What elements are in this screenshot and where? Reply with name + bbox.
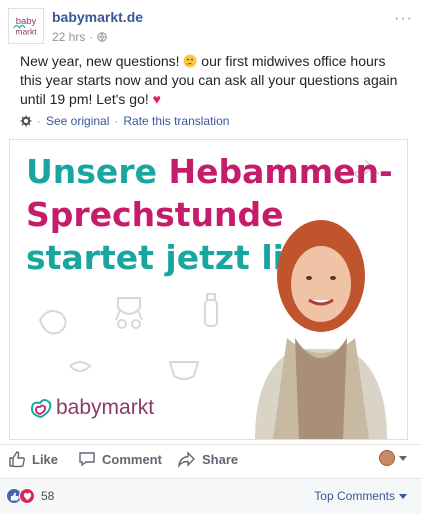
page-avatar[interactable]: baby markt xyxy=(8,8,44,44)
post-time[interactable]: 22 hrs xyxy=(52,30,85,44)
react-as-selector[interactable] xyxy=(379,450,407,466)
globe-icon xyxy=(97,32,108,42)
reaction-summary[interactable]: 58 xyxy=(6,488,54,504)
svg-text:markt: markt xyxy=(15,27,37,37)
reaction-count: 58 xyxy=(41,489,55,503)
more-options-button[interactable]: ··· xyxy=(394,10,413,28)
logo-text: babymarkt xyxy=(56,396,155,419)
translation-bar: · See original · Rate this translation xyxy=(20,114,229,128)
facebook-post: baby markt babymarkt.de 22 hrs · ··· New… xyxy=(0,0,421,514)
post-meta: 22 hrs · xyxy=(52,30,108,44)
post-header: baby markt babymarkt.de 22 hrs · ··· xyxy=(8,6,413,46)
translation-dot-2: · xyxy=(114,114,119,128)
top-comments-label: Top Comments xyxy=(314,489,395,503)
logo-heart-icon xyxy=(30,399,52,419)
like-button[interactable]: Like xyxy=(8,448,58,470)
post-footer: 58 Top Comments xyxy=(0,478,421,514)
see-original-link[interactable]: See original xyxy=(46,114,109,128)
post-text: New year, new questions! our first midwi… xyxy=(20,52,400,109)
share-label: Share xyxy=(202,451,239,467)
svg-text:baby: baby xyxy=(16,16,37,27)
like-label: Like xyxy=(32,451,59,467)
headline-line-1: Unsere Hebammen- xyxy=(26,152,393,191)
thumbs-up-icon xyxy=(9,451,25,468)
rate-translation-link[interactable]: Rate this translation xyxy=(123,114,229,128)
post-text-part1: New year, new questions! xyxy=(20,53,184,69)
comment-icon xyxy=(79,452,95,467)
heart-icon: ♥ xyxy=(152,91,161,107)
comment-button[interactable]: Comment xyxy=(78,448,162,470)
translation-dot-1: · xyxy=(37,114,41,128)
share-button[interactable]: Share xyxy=(178,448,238,470)
thinking-face-icon xyxy=(183,54,197,68)
midwife-photo xyxy=(255,220,387,439)
babymarkt-logo: babymarkt xyxy=(28,396,154,420)
actions-divider xyxy=(0,444,421,445)
action-bar: Like Comment Share xyxy=(0,448,421,472)
meta-dot: · xyxy=(89,30,94,44)
post-image[interactable]: Unsere Hebammen- Sprechstunde startet je… xyxy=(9,139,408,440)
top-comments-dropdown[interactable]: Top Comments xyxy=(314,489,407,503)
user-avatar xyxy=(379,450,395,466)
comment-label: Comment xyxy=(102,451,162,467)
share-arrow-icon xyxy=(178,451,195,468)
page-name-link[interactable]: babymarkt.de xyxy=(52,9,143,25)
gear-icon xyxy=(20,115,32,127)
chevron-down-icon xyxy=(399,493,407,499)
love-reaction-icon xyxy=(19,488,35,504)
chevron-down-icon xyxy=(399,455,407,461)
